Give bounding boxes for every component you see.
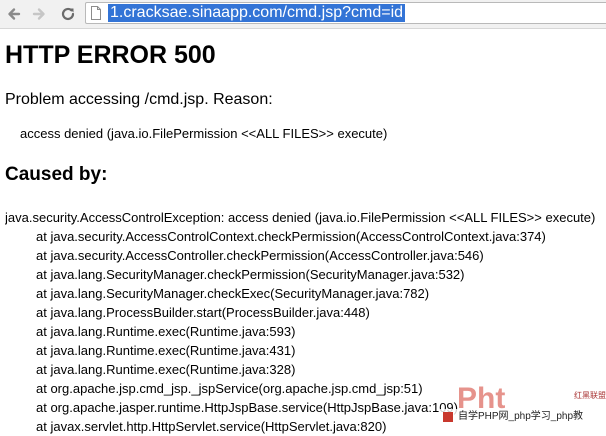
reload-icon bbox=[61, 7, 75, 21]
caused-by-heading: Caused by: bbox=[5, 164, 108, 185]
back-button[interactable] bbox=[3, 3, 25, 25]
stack-frame: at java.lang.SecurityManager.checkPermis… bbox=[36, 267, 465, 282]
reason-text: access denied (java.io.FilePermission <<… bbox=[20, 126, 388, 141]
watermark-text: 自学PHP网_php学习_php教 bbox=[458, 411, 584, 422]
address-bar[interactable]: 1.cracksae.sinaapp.com/cmd.jsp?cmd=id bbox=[85, 2, 606, 24]
forward-button[interactable] bbox=[28, 3, 50, 25]
stack-frame: at java.lang.ProcessBuilder.start(Proces… bbox=[36, 305, 370, 320]
page-icon bbox=[91, 6, 101, 20]
stack-frame: at java.lang.Runtime.exec(Runtime.java:3… bbox=[36, 362, 296, 377]
stack-frame: at java.lang.SecurityManager.checkExec(S… bbox=[36, 286, 430, 301]
stack-frame: at java.lang.Runtime.exec(Runtime.java:4… bbox=[36, 343, 296, 358]
browser-toolbar: 1.cracksae.sinaapp.com/cmd.jsp?cmd=id bbox=[0, 0, 606, 29]
watermark-side-text: 红黑联盟 bbox=[574, 391, 606, 400]
stack-frame: at java.lang.Runtime.exec(Runtime.java:5… bbox=[36, 324, 296, 339]
reload-button[interactable] bbox=[57, 3, 79, 25]
stack-frame: at java.security.AccessController.checkP… bbox=[36, 248, 484, 263]
stack-frame: at java.security.AccessControlContext.ch… bbox=[36, 229, 546, 244]
reason-heading: Problem accessing /cmd.jsp. Reason: bbox=[5, 91, 273, 108]
watermark-square-icon bbox=[443, 412, 453, 422]
arrow-left-icon bbox=[8, 8, 21, 20]
arrow-right-icon bbox=[32, 8, 45, 20]
exception-line: java.security.AccessControlException: ac… bbox=[5, 210, 596, 225]
address-bar-url[interactable]: 1.cracksae.sinaapp.com/cmd.jsp?cmd=id bbox=[108, 4, 406, 22]
page-title: HTTP ERROR 500 bbox=[5, 41, 216, 69]
